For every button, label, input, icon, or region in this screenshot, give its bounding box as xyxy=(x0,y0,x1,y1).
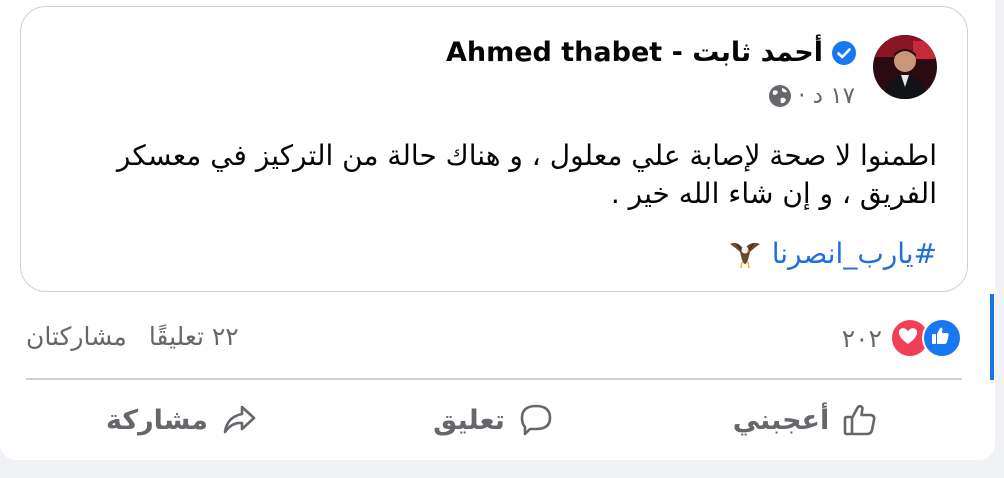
post-content-box: Ahmed thabet - أحمد ثابت ١٧ د · اطمنوا ل… xyxy=(20,6,968,292)
share-button-label: مشاركة xyxy=(106,404,208,436)
author-name[interactable]: Ahmed thabet - أحمد ثابت xyxy=(446,37,823,68)
verified-badge-icon xyxy=(831,40,857,66)
share-arrow-icon xyxy=(220,401,258,439)
author-avatar[interactable] xyxy=(873,35,937,99)
engagement-stats: ٢٢ تعليقًا مشاركتان xyxy=(26,322,239,351)
eagle-emoji-icon xyxy=(728,238,762,270)
globe-icon xyxy=(768,84,792,108)
thumbs-up-icon xyxy=(841,401,879,439)
post-body-text: اطمنوا لا صحة لإصابة علي معلول ، و هناك … xyxy=(116,139,937,210)
actions-divider xyxy=(26,378,962,380)
post-meta: ١٧ د · xyxy=(768,83,855,109)
post-stats: ٢٠٢ ٢٢ تعليقًا مشاركتان xyxy=(26,312,962,362)
scroll-indicator xyxy=(990,294,994,380)
comments-count[interactable]: ٢٢ تعليقًا xyxy=(149,322,239,351)
like-reaction-icon xyxy=(922,318,962,358)
hashtag-row: #يارب_انصرنا xyxy=(728,237,937,270)
like-button[interactable]: أعجبني xyxy=(650,390,962,450)
post-timestamp[interactable]: ١٧ د · xyxy=(798,83,855,109)
post-card: Ahmed thabet - أحمد ثابت ١٧ د · اطمنوا ل… xyxy=(0,0,995,460)
comment-bubble-icon xyxy=(517,401,555,439)
comment-button[interactable]: تعليق xyxy=(338,390,650,450)
like-button-label: أعجبني xyxy=(732,404,830,436)
author-row: Ahmed thabet - أحمد ثابت xyxy=(446,37,857,68)
share-button[interactable]: مشاركة xyxy=(26,390,338,450)
reactions-count[interactable]: ٢٠٢ xyxy=(842,324,882,353)
hashtag-link[interactable]: #يارب_انصرنا xyxy=(772,237,937,270)
comment-button-label: تعليق xyxy=(433,404,505,436)
shares-count[interactable]: مشاركتان xyxy=(26,322,127,351)
post-actions: أعجبني تعليق مشاركة xyxy=(26,390,962,450)
reactions-summary[interactable]: ٢٠٢ xyxy=(842,318,962,358)
